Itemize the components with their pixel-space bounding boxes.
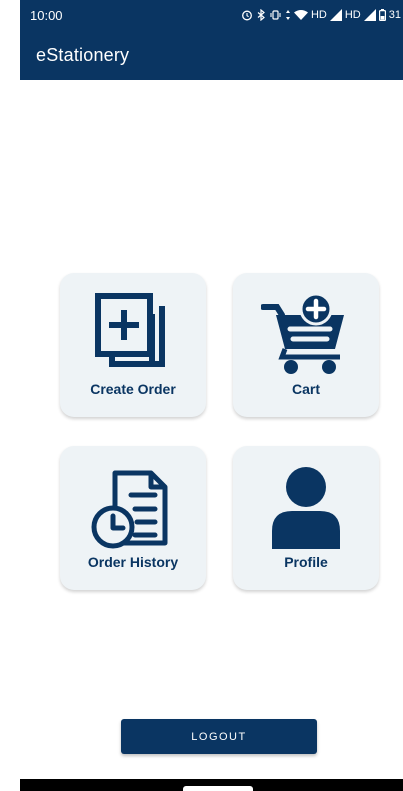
battery-icon xyxy=(378,9,386,21)
logout-button[interactable]: LOGOUT xyxy=(121,719,317,754)
vibrate-icon xyxy=(269,9,282,21)
battery-percent: 31 xyxy=(388,9,401,21)
alarm-icon xyxy=(241,9,253,21)
status-bar: 10:00 HD HD 31 xyxy=(20,0,403,30)
status-time: 10:00 xyxy=(30,7,63,23)
profile-icon xyxy=(261,462,351,552)
app-screen: 10:00 HD HD 31 eStationery Create Order … xyxy=(20,0,403,791)
signal-icon xyxy=(329,9,342,21)
tile-label-create-order: Create Order xyxy=(90,381,176,397)
app-title: eStationery xyxy=(36,44,130,65)
order-history-tile[interactable]: Order History xyxy=(60,446,206,590)
network-label-2: HD xyxy=(344,9,361,21)
app-bar: eStationery xyxy=(20,30,403,80)
cart-tile[interactable]: Cart xyxy=(233,273,379,417)
wifi-icon xyxy=(293,9,308,21)
order-history-icon xyxy=(88,462,178,552)
cart-add-icon xyxy=(261,289,351,379)
data-arrows-icon xyxy=(285,9,291,21)
tile-label-cart: Cart xyxy=(291,381,320,397)
tile-label-order-history: Order History xyxy=(87,554,179,570)
tile-label-profile: Profile xyxy=(284,554,328,570)
status-icons: HD HD 31 xyxy=(241,9,403,21)
bluetooth-icon xyxy=(256,9,266,21)
system-nav-bar xyxy=(20,779,403,791)
network-label-1: HD xyxy=(310,9,327,21)
create-order-icon xyxy=(88,289,178,379)
create-order-tile[interactable]: Create Order xyxy=(60,273,206,417)
profile-tile[interactable]: Profile xyxy=(233,446,379,590)
home-handle[interactable] xyxy=(183,786,253,791)
signal-icon-2 xyxy=(363,9,376,21)
